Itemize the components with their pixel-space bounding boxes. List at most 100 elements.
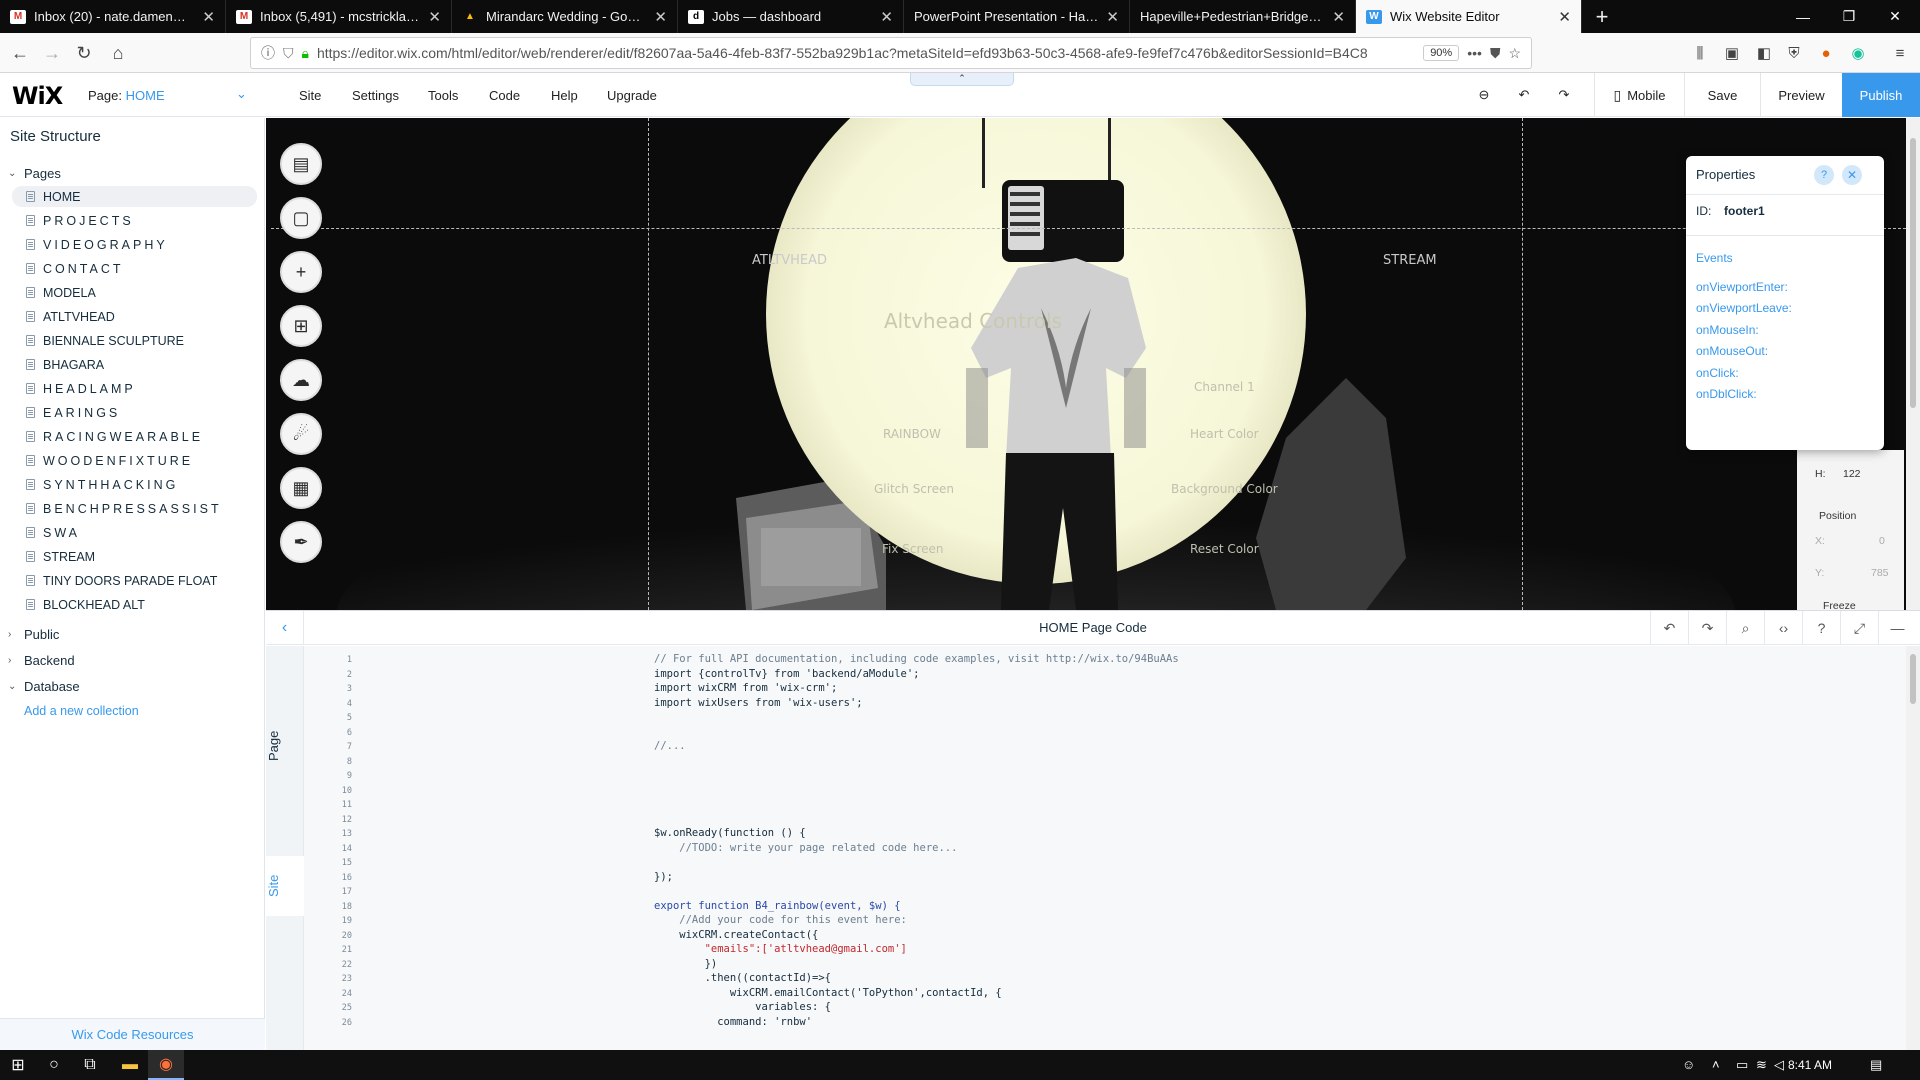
code-line[interactable]: export function B4_rainbow(event, $w) { <box>654 900 901 912</box>
page-item-biennale-sculpture[interactable]: BIENNALE SCULPTURE <box>12 330 257 351</box>
tree-database-header[interactable]: ⌄ Database <box>8 679 80 694</box>
tab-page[interactable]: Page <box>266 716 304 776</box>
restore-icon[interactable]: ❐ <box>1826 0 1872 33</box>
stream-menu-link[interactable]: STREAM <box>1383 253 1437 268</box>
page-item-blockhead-alt[interactable]: BLOCKHEAD ALT <box>12 594 257 615</box>
taskbar-clock[interactable]: 8:41 AM <box>1788 1058 1832 1072</box>
url-text[interactable]: https://editor.wix.com/html/editor/web/r… <box>317 45 1415 61</box>
code-line[interactable]: "emails":['atltvhead@gmail.com'] <box>654 943 907 955</box>
chat-icon[interactable]: ☄ <box>280 413 322 455</box>
page-item-bhagara[interactable]: BHAGARA <box>12 354 257 375</box>
browser-tab[interactable]: M Inbox (20) - nate.damen@gmail.com ✕ <box>0 0 226 33</box>
code-line[interactable]: wixCRM.createContact({ <box>654 929 818 941</box>
background-icon[interactable]: ▢ <box>280 197 322 239</box>
tree-pages-header[interactable]: ⌄ Pages <box>8 166 61 181</box>
browser-tab[interactable]: PowerPoint Presentation - Hapeville ✕ <box>904 0 1130 33</box>
scrollbar-thumb[interactable] <box>1910 654 1916 704</box>
page-item-swa[interactable]: SWA <box>12 522 257 543</box>
page-item-benchpressassist[interactable]: BENCHPRESSASSIST <box>12 498 257 519</box>
close-icon[interactable]: ✕ <box>1558 8 1571 26</box>
format-code-icon[interactable]: ‹› <box>1764 611 1802 645</box>
help-icon[interactable]: ? <box>1814 165 1834 185</box>
tab-site[interactable]: Site <box>266 856 304 916</box>
fix-screen-button[interactable]: Fix Screen <box>882 542 944 556</box>
privacy-icon[interactable]: ⛨ <box>1784 43 1804 63</box>
background-color-button[interactable]: Background Color <box>1171 482 1278 496</box>
blog-pen-icon[interactable]: ✒ <box>280 521 322 563</box>
redo-icon[interactable]: ↷ <box>1544 73 1584 117</box>
chevron-up-icon[interactable]: ˄ <box>1712 1057 1720 1072</box>
page-item-contact[interactable]: CONTACT <box>12 258 257 279</box>
code-line[interactable]: }); <box>654 871 673 883</box>
event-onmouseout[interactable]: onMouseOut: <box>1696 344 1768 358</box>
code-line[interactable]: import wixUsers from 'wix-users'; <box>654 697 863 709</box>
extension-icon[interactable]: ▣ <box>1722 43 1742 63</box>
code-line[interactable]: // For full API documentation, including… <box>654 653 1179 665</box>
browser-tab[interactable]: Hapeville+Pedestrian+Bridge_RFP_ ✕ <box>1130 0 1356 33</box>
glitch-screen-button[interactable]: Glitch Screen <box>874 482 954 496</box>
url-bar[interactable]: ⓘ ⛉ 🔒︎ https://editor.wix.com/html/edito… <box>250 37 1532 69</box>
tree-backend-header[interactable]: › Backend <box>8 653 75 668</box>
firefox-extension-icon[interactable]: ● <box>1816 43 1836 63</box>
height-value[interactable]: 122 <box>1843 468 1861 480</box>
pages-menu-icon[interactable]: ▤ <box>280 143 322 185</box>
notifications-icon[interactable]: ▤ <box>1870 1057 1882 1073</box>
page-item-stream[interactable]: STREAM <box>12 546 257 567</box>
minimize-icon[interactable]: — <box>1878 611 1916 645</box>
code-scrollbar[interactable] <box>1906 646 1920 1051</box>
firefox-icon[interactable]: ◉ <box>148 1050 184 1080</box>
menu-settings[interactable]: Settings <box>352 88 399 103</box>
close-icon[interactable]: ✕ <box>1106 8 1119 26</box>
zoom-out-icon[interactable]: ⊖ <box>1464 73 1504 117</box>
file-explorer-icon[interactable]: ▬ <box>112 1050 148 1080</box>
close-icon[interactable]: ✕ <box>1842 165 1862 185</box>
wifi-icon[interactable]: ≋ <box>1756 1057 1767 1073</box>
page-item-home[interactable]: HOME <box>12 186 257 207</box>
publish-button[interactable]: Publish <box>1842 73 1920 117</box>
undo-icon[interactable]: ↶ <box>1650 611 1688 645</box>
page-item-tiny-doors[interactable]: TINY DOORS PARADE FLOAT <box>12 570 257 591</box>
add-icon[interactable]: + <box>280 251 322 293</box>
menu-site[interactable]: Site <box>299 88 321 103</box>
event-onviewportenter[interactable]: onViewportEnter: <box>1696 280 1788 294</box>
home-icon[interactable]: ⌂ <box>104 39 132 67</box>
code-line[interactable]: import {controlTv} from 'backend/aModule… <box>654 668 920 680</box>
pocket-icon[interactable]: ⛊ <box>1490 45 1501 62</box>
grammarly-icon[interactable]: ◉ <box>1848 43 1868 63</box>
code-line[interactable]: variables: { <box>654 1001 831 1013</box>
page-item-modela[interactable]: MODELA <box>12 282 257 303</box>
search-icon[interactable]: ⌕ <box>1726 611 1764 645</box>
upload-icon[interactable]: ☁ <box>280 359 322 401</box>
search-icon[interactable]: ○ <box>36 1050 72 1080</box>
browser-tab-active[interactable]: W Wix Website Editor ✕ <box>1356 0 1582 33</box>
bookmark-star-icon[interactable]: ☆ <box>1508 45 1521 62</box>
event-ondblclick[interactable]: onDblClick: <box>1696 387 1757 401</box>
id-value[interactable]: footer1 <box>1724 204 1765 218</box>
editor-stage[interactable]: ATLTVHEAD STREAM Altvhead Controls Chann… <box>266 118 1920 610</box>
page-item-videography[interactable]: VIDEOGRAPHY <box>12 234 257 255</box>
more-icon[interactable]: ••• <box>1467 45 1482 61</box>
page-item-headlamp[interactable]: HEADLAMP <box>12 378 257 399</box>
page-item-atltvhead[interactable]: ATLTVHEAD <box>12 306 257 327</box>
event-onviewportleave[interactable]: onViewportLeave: <box>1696 301 1792 315</box>
expand-icon[interactable]: ⤢ <box>1840 611 1878 645</box>
add-apps-icon[interactable]: ⊞ <box>280 305 322 347</box>
minimize-icon[interactable]: — <box>1780 0 1826 33</box>
forward-icon[interactable]: → <box>38 39 66 67</box>
shield-icon[interactable]: ⛉ <box>283 45 294 62</box>
windows-start-icon[interactable]: ⊞ <box>0 1050 36 1080</box>
event-onmousein[interactable]: onMouseIn: <box>1696 323 1759 337</box>
info-icon[interactable]: ⓘ <box>261 43 275 63</box>
stage-scrollbar[interactable] <box>1906 118 1920 610</box>
y-value[interactable]: 785 <box>1871 567 1889 579</box>
code-line[interactable]: //... <box>654 740 686 752</box>
code-line[interactable]: import wixCRM from 'wix-crm'; <box>654 682 837 694</box>
page-item-projects[interactable]: PROJECTS <box>12 210 257 231</box>
new-tab-button[interactable]: + <box>1582 0 1622 33</box>
collapse-handle[interactable]: ⌃ <box>910 73 1014 86</box>
bookings-icon[interactable]: ▦ <box>280 467 322 509</box>
scrollbar-thumb[interactable] <box>1910 138 1916 408</box>
browser-tab[interactable]: ▲ Mirandarc Wedding - Google Drive ✕ <box>452 0 678 33</box>
event-onclick[interactable]: onClick: <box>1696 366 1739 380</box>
tree-public-header[interactable]: › Public <box>8 627 59 642</box>
